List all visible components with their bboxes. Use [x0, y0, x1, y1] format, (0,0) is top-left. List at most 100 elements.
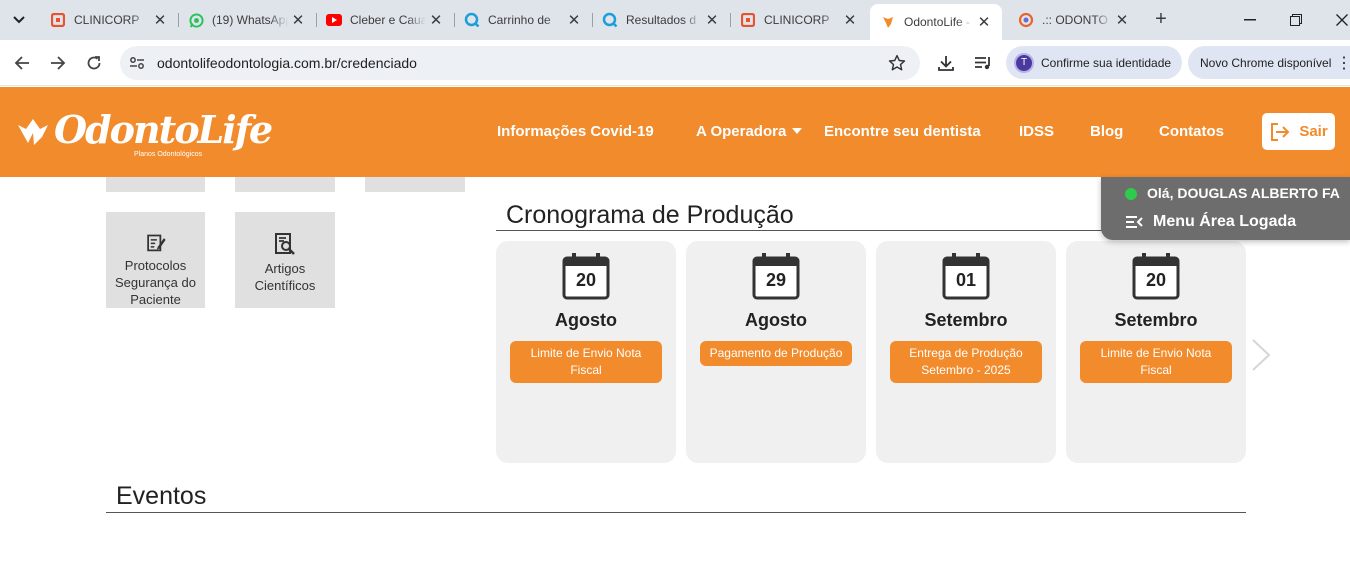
carousel-next-icon[interactable]	[1249, 338, 1275, 372]
restore-button[interactable]	[1284, 8, 1308, 32]
schedule-card: 29 Agosto Pagamento de Produção	[686, 241, 866, 463]
protocol-edit-icon	[146, 234, 166, 252]
logged-area-menu-button[interactable]: Menu Área Logada	[1125, 213, 1296, 231]
tile-artigos[interactable]: Artigos Científicos	[235, 212, 335, 308]
nav-idss[interactable]: IDSS	[1019, 123, 1054, 140]
address-bar[interactable]: odontolifeodontologia.com.br/credenciado	[120, 46, 920, 80]
tile-partial[interactable]	[106, 177, 205, 192]
tab-title: Carrinho de	[488, 13, 551, 27]
tab-title: Resultados d	[626, 13, 697, 27]
close-icon	[1336, 14, 1348, 26]
browser-tab-resultados[interactable]: Resultados d ✕	[592, 6, 731, 34]
back-button[interactable]	[9, 50, 35, 76]
reload-button[interactable]	[81, 50, 107, 76]
chevron-down-icon	[13, 16, 25, 24]
tile-partial[interactable]	[365, 177, 465, 192]
browser-tab-clinicorp-2[interactable]: CLINICORP ✕	[730, 6, 868, 34]
close-icon[interactable]: ✕	[288, 10, 308, 30]
tile-label: Protocolos Segurança do Paciente	[115, 258, 196, 307]
close-icon[interactable]: ✕	[1112, 10, 1132, 30]
clinicorp-icon	[740, 12, 756, 28]
browser-tab-youtube[interactable]: Cleber e Cauan ✕	[316, 6, 455, 34]
schedule-day: 29	[765, 270, 787, 290]
schedule-day: 01	[955, 270, 977, 290]
tooth-logo-icon	[18, 119, 48, 145]
browser-tab-odontolife[interactable]: OdontoLife - ✕	[870, 4, 1002, 40]
identity-chip[interactable]: T Confirme sua identidade	[1006, 46, 1182, 79]
downloads-button[interactable]	[935, 52, 957, 74]
logged-user-panel: Olá, DOUGLAS ALBERTO FA Menu Área Logada	[1101, 177, 1350, 240]
browser-tab-clinicorp-1[interactable]: CLINICORP ✕	[40, 6, 179, 34]
url-text: odontolifeodontologia.com.br/credenciado	[157, 55, 417, 71]
clinicorp-icon	[50, 12, 66, 28]
schedule-event-tag: Limite de Envio Nota Fiscal	[1080, 341, 1232, 383]
schedule-month: Agosto	[745, 310, 807, 330]
schedule-card: 20 Agosto Limite de Envio Nota Fiscal	[496, 241, 676, 463]
article-search-icon	[275, 233, 295, 255]
whatsapp-icon	[188, 12, 204, 28]
minimize-button[interactable]	[1238, 8, 1262, 32]
odontolife-logo[interactable]: OdontoLife Planos Odontológicos	[14, 107, 273, 159]
minimize-icon	[1244, 19, 1256, 21]
schedule-card: 01 Setembro Entrega de Produção Setembro…	[876, 241, 1056, 463]
avatar: T	[1014, 52, 1034, 73]
tab-title: OdontoLife -	[904, 15, 971, 29]
close-icon[interactable]: ✕	[150, 10, 170, 30]
browser-tab-odonto-site[interactable]: .:: ODONTO L ✕	[1008, 6, 1140, 34]
kebab-icon: ⋮	[1336, 55, 1350, 72]
tab-title: Cleber e Cauan	[350, 13, 426, 27]
tab-title: CLINICORP	[74, 13, 140, 27]
update-chip-label: Novo Chrome disponível	[1200, 55, 1332, 70]
site-header: OdontoLife Planos Odontológicos Informaç…	[0, 87, 1350, 177]
update-chrome-chip[interactable]: Novo Chrome disponível	[1188, 46, 1350, 79]
nav-encontre-dentista[interactable]: Encontre seu dentista	[824, 123, 981, 140]
tile-partial[interactable]	[235, 177, 335, 192]
events-divider	[106, 512, 1246, 513]
close-icon[interactable]: ✕	[840, 10, 860, 30]
menu-collapse-icon	[1126, 216, 1143, 228]
search-q-icon	[464, 12, 480, 28]
tab-title: CLINICORP	[764, 13, 830, 27]
restore-icon	[1290, 14, 1302, 26]
schedule-month: Setembro	[924, 310, 1008, 330]
tab-search-button[interactable]	[6, 7, 32, 33]
odonto-site-icon	[1018, 12, 1034, 28]
schedule-month: Setembro	[1114, 310, 1198, 330]
schedule-event-tag: Limite de Envio Nota Fiscal	[510, 341, 662, 383]
schedule-event-tag: Entrega de Produção Setembro - 2025	[890, 341, 1042, 383]
forward-button[interactable]	[45, 50, 71, 76]
site-settings-icon[interactable]	[128, 54, 146, 72]
user-greeting: Olá, DOUGLAS ALBERTO FA	[1147, 185, 1340, 201]
logout-icon	[1271, 122, 1290, 141]
logout-button[interactable]: Sair	[1262, 113, 1335, 150]
nav-blog[interactable]: Blog	[1090, 123, 1123, 140]
close-icon[interactable]: ✕	[564, 10, 584, 30]
identity-chip-label: Confirme sua identidade	[1041, 55, 1172, 70]
close-icon[interactable]: ✕	[426, 10, 446, 30]
schedule-card: 20 Setembro Limite de Envio Nota Fiscal	[1066, 241, 1246, 463]
browser-toolbar: odontolifeodontologia.com.br/credenciado…	[0, 40, 1350, 86]
caret-down-icon	[792, 128, 803, 134]
browser-tab-whatsapp[interactable]: (19) WhatsApp ✕	[178, 6, 317, 34]
search-q-icon	[602, 12, 618, 28]
nav-covid[interactable]: Informações Covid-19	[497, 123, 654, 140]
schedule-day: 20	[1145, 270, 1167, 290]
browser-tab-strip: CLINICORP ✕ (19) WhatsApp ✕ Cleber e Cau…	[0, 0, 1350, 40]
tile-protocolos[interactable]: Protocolos Segurança do Paciente	[106, 212, 205, 308]
bookmark-star-icon[interactable]	[888, 54, 906, 72]
browser-menu-button[interactable]: ⋮	[1336, 52, 1350, 74]
new-tab-button[interactable]: +	[1150, 8, 1172, 30]
nav-contatos[interactable]: Contatos	[1159, 123, 1224, 140]
close-icon[interactable]: ✕	[974, 12, 994, 32]
events-title: Eventos	[116, 482, 207, 510]
media-control-button[interactable]	[972, 52, 994, 74]
close-window-button[interactable]	[1330, 8, 1350, 32]
close-icon[interactable]: ✕	[702, 10, 722, 30]
reload-icon	[87, 56, 101, 70]
arrow-left-icon	[14, 56, 29, 70]
schedule-month: Agosto	[555, 310, 617, 330]
nav-operadora[interactable]: A Operadora	[696, 123, 803, 140]
browser-tab-carrinho[interactable]: Carrinho de ✕	[454, 6, 593, 34]
menu-area-label: Menu Área Logada	[1153, 213, 1297, 230]
download-icon	[938, 56, 954, 71]
